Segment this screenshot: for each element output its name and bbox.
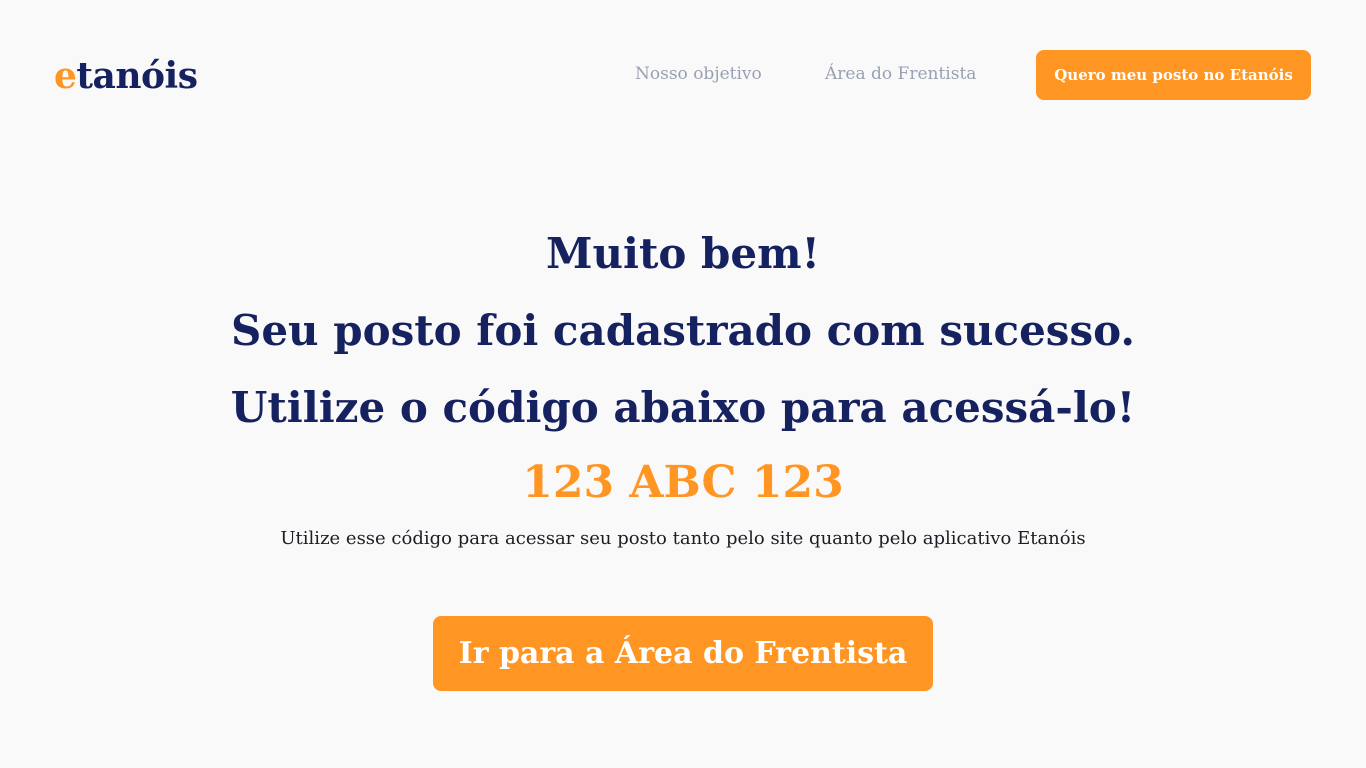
quero-meu-posto-button[interactable]: Quero meu posto no Etanóis	[1036, 50, 1311, 100]
headline-line-3: Utilize o código abaixo para acessá-lo!	[230, 383, 1136, 432]
headline-line-1: Muito bem!	[546, 229, 820, 278]
nav-link-area-do-frentista[interactable]: Área do Frentista	[825, 62, 976, 86]
access-code-hint: Utilize esse código para acessar seu pos…	[280, 528, 1086, 549]
headline-line-2: Seu posto foi cadastrado com sucesso.	[230, 306, 1135, 355]
go-to-frentista-area-button[interactable]: Ir para a Área do Frentista	[433, 616, 933, 691]
logo-wordmark: tanóis	[76, 55, 198, 97]
etanois-logo[interactable]: etanóis	[54, 54, 198, 98]
success-section: Muito bem! Seu posto foi cadastrado com …	[0, 215, 1366, 552]
success-headline: Muito bem! Seu posto foi cadastrado com …	[0, 215, 1366, 446]
logo-accent-letter: e	[54, 55, 77, 97]
nav-link-nosso-objetivo[interactable]: Nosso objetivo	[635, 62, 762, 86]
site-header: etanóis Nosso objetivo Área do Frentista…	[0, 0, 1366, 150]
access-code: 123 ABC 123	[522, 457, 844, 508]
